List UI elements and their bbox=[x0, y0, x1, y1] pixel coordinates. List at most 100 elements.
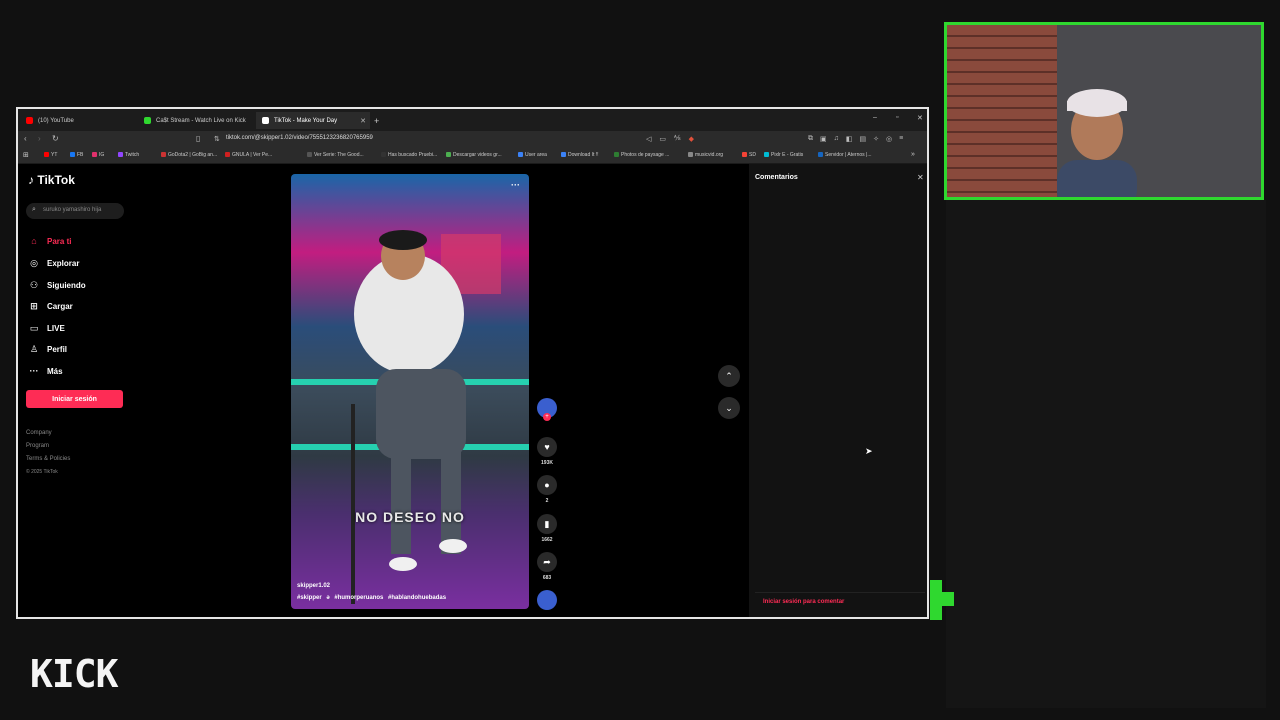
heart-icon: ♥ bbox=[537, 437, 557, 457]
comment-button[interactable]: ● 2 bbox=[536, 475, 558, 504]
new-tab-button[interactable]: + bbox=[372, 112, 386, 129]
bookmark-favicon-icon bbox=[518, 152, 523, 158]
video-more-button[interactable]: ··· bbox=[511, 180, 520, 190]
webcam-feed bbox=[944, 22, 1264, 200]
tab-youtube[interactable]: (10) YouTube bbox=[20, 112, 138, 129]
forward-icon[interactable]: › bbox=[38, 134, 41, 143]
next-video-button[interactable]: ⌄ bbox=[718, 397, 740, 419]
nav-item-live[interactable]: ▭ LIVE bbox=[29, 323, 65, 333]
wallet-icon[interactable]: ▣ bbox=[820, 135, 827, 145]
bookmark-label: YT bbox=[51, 152, 58, 158]
browser-window: (10) YouTube Ca$t Stream - Watch Live on… bbox=[16, 107, 929, 619]
bookmark-favicon-icon bbox=[614, 152, 619, 158]
tiktok-icon bbox=[262, 117, 269, 124]
bookmark-item[interactable]: IG bbox=[92, 152, 104, 158]
more-bookmarks-icon[interactable]: » bbox=[911, 151, 915, 158]
close-tab-icon[interactable]: ✕ bbox=[360, 117, 366, 125]
footer-link-terms[interactable]: Terms & Policies bbox=[26, 456, 70, 462]
share-button[interactable]: ➦ 683 bbox=[536, 552, 558, 581]
login-button[interactable]: Iniciar sesión bbox=[26, 390, 123, 408]
tab-label: Ca$t Stream - Watch Live on Kick bbox=[156, 117, 246, 124]
bookmark-item[interactable]: GoDota2 | GoBig an... bbox=[161, 152, 217, 158]
close-window-button[interactable]: ✕ bbox=[917, 114, 923, 122]
tiktok-note-icon: ♪ bbox=[28, 173, 34, 187]
bookmark-item[interactable]: SD bbox=[742, 152, 756, 158]
tab-kick[interactable]: Ca$t Stream - Watch Live on Kick bbox=[138, 112, 256, 129]
bookmark-item[interactable]: Descargar videos gr... bbox=[446, 152, 502, 158]
bookmark-favicon-icon bbox=[688, 152, 693, 158]
music-icon[interactable]: ♫ bbox=[834, 135, 839, 145]
video-hashtags[interactable]: #skipper ǝ #humorperuanos #hablandohueba… bbox=[297, 595, 446, 601]
bookmark-favicon-icon bbox=[44, 152, 49, 158]
following-icon: ⚇ bbox=[29, 279, 39, 290]
video-player[interactable]: ··· NO DESEO NO skipper1.02 #skipper ǝ #… bbox=[291, 174, 529, 609]
bookmark-item[interactable]: Ver Serie: The Good... bbox=[307, 152, 364, 158]
comment-count: 2 bbox=[545, 498, 549, 504]
bookmark-label: Descargar videos gr... bbox=[453, 152, 502, 158]
bookmark-item[interactable]: Photos de paysage ... bbox=[614, 152, 669, 158]
tab-tiktok[interactable]: TikTok - Make Your Day ✕ bbox=[256, 112, 370, 129]
save-count: 1662 bbox=[541, 537, 553, 543]
nav-item-perfil[interactable]: ♙ Perfil bbox=[29, 344, 67, 354]
author-avatar[interactable]: + bbox=[536, 398, 558, 421]
bookmark-item[interactable]: User area bbox=[518, 152, 547, 158]
screenshot-icon[interactable]: ⧉ bbox=[808, 135, 813, 145]
bookmarks-icon[interactable]: ✧ bbox=[873, 135, 879, 145]
extension-icon[interactable]: ◁ bbox=[646, 135, 651, 145]
comment-login-link[interactable]: Iniciar sesión para comentar bbox=[755, 592, 925, 613]
site-info-icon[interactable]: ⇅ bbox=[214, 135, 220, 143]
mouse-cursor-icon: ➤ bbox=[865, 446, 873, 456]
menu-icon[interactable]: ≡ bbox=[899, 135, 903, 145]
music-disc[interactable] bbox=[536, 590, 558, 610]
footer-link-program[interactable]: Program bbox=[26, 443, 49, 449]
minimize-button[interactable]: – bbox=[873, 114, 877, 121]
bookmark-item[interactable]: Download It !! bbox=[561, 152, 599, 158]
shield-icon[interactable]: ◆ bbox=[689, 135, 694, 145]
footer-link-company[interactable]: Company bbox=[26, 430, 52, 436]
nav-item-para-ti[interactable]: ⌂ Para ti bbox=[29, 236, 71, 246]
bookmark-favicon-icon bbox=[92, 152, 97, 158]
bookmark-item[interactable]: GNULA | Ver Pe... bbox=[225, 152, 272, 158]
bookmark-item[interactable]: Pixlr E - Gratis bbox=[764, 152, 803, 158]
nav-item-siguiendo[interactable]: ⚇ Siguiendo bbox=[29, 280, 86, 290]
apps-grid-icon[interactable]: ⊞ bbox=[23, 151, 29, 159]
search-icon: ⌕ bbox=[32, 206, 36, 213]
nav-label: Para ti bbox=[47, 236, 72, 246]
nav-label: Siguiendo bbox=[47, 280, 86, 290]
footer-copyright: © 2025 TikTok bbox=[26, 469, 58, 475]
nav-item-cargar[interactable]: ⊞ Cargar bbox=[29, 301, 73, 311]
previous-video-button[interactable]: ⌃ bbox=[718, 365, 740, 387]
nav-item-mas[interactable]: ··· Más bbox=[29, 366, 63, 376]
url-field[interactable]: tiktok.com/@skipper1.02/video/7555123236… bbox=[226, 135, 373, 141]
reload-icon[interactable]: ↻ bbox=[52, 134, 59, 143]
follow-plus-icon[interactable]: + bbox=[543, 413, 551, 421]
maximize-button[interactable]: ▫ bbox=[896, 114, 898, 121]
translate-icon[interactable]: ⅍ bbox=[674, 135, 681, 145]
streamer-figure bbox=[1057, 89, 1137, 197]
tiktok-logo[interactable]: ♪ TikTok bbox=[28, 173, 75, 187]
comments-title: Comentarios bbox=[755, 174, 798, 181]
video-username[interactable]: skipper1.02 bbox=[297, 583, 330, 589]
tabs-icon[interactable]: ▤ bbox=[860, 135, 867, 145]
bookmark-item[interactable]: Has buscado Pruebi... bbox=[381, 152, 437, 158]
bookmark-item[interactable]: musicvid.org bbox=[688, 152, 723, 158]
bookmark-label: Ver Serie: The Good... bbox=[314, 152, 364, 158]
extensions-left: ◁ ▭ ⅍ ◆ bbox=[646, 135, 726, 145]
cast-icon[interactable]: ▭ bbox=[659, 135, 666, 145]
search-input[interactable]: ⌕ suruko yamashiro hija bbox=[26, 203, 124, 219]
bookmark-item[interactable]: FB bbox=[70, 152, 83, 158]
like-button[interactable]: ♥ 193K bbox=[536, 437, 558, 466]
save-button[interactable]: ▮ 1662 bbox=[536, 514, 558, 543]
back-icon[interactable]: ‹ bbox=[24, 134, 27, 143]
bookmark-item[interactable]: Twitch bbox=[118, 152, 139, 158]
tab-label: TikTok - Make Your Day bbox=[274, 117, 338, 124]
bookmark-page-icon[interactable]: ▯ bbox=[196, 134, 200, 143]
logo-text: TikTok bbox=[37, 173, 75, 187]
nav-item-explorar[interactable]: ◎ Explorar bbox=[29, 258, 79, 268]
bookmark-item[interactable]: Servidor | Aternos |... bbox=[818, 152, 872, 158]
close-icon[interactable]: ✕ bbox=[917, 173, 924, 182]
sidebar-icon[interactable]: ◧ bbox=[846, 135, 853, 145]
bookmark-item[interactable]: YT bbox=[44, 152, 57, 158]
bookmark-label: Photos de paysage ... bbox=[621, 152, 670, 158]
vpn-icon[interactable]: ◎ bbox=[886, 135, 892, 145]
